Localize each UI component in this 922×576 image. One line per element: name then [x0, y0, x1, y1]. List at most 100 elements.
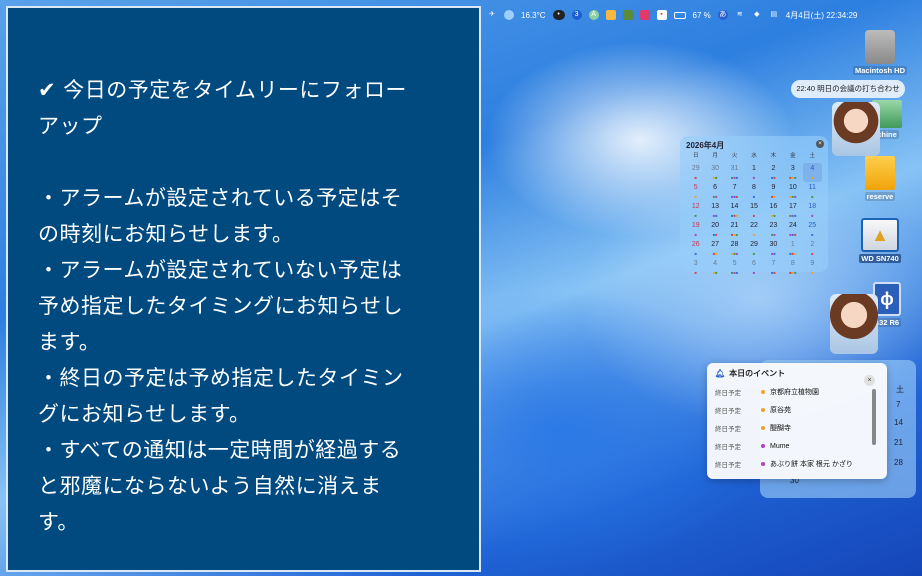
calendar-day[interactable]: 6 ■ — [744, 258, 763, 277]
events-popup[interactable]: 🔔︎ 本日のイベント × 終日予定 京都府立植物園 終日予定 原谷苑 終日予定 醍醐寺 終日… — [707, 363, 887, 479]
calendar-day[interactable]: 3 ■■■ — [783, 163, 802, 182]
calendar-day[interactable]: 6 ■■ — [705, 182, 724, 201]
input-method-icon[interactable]: あ — [717, 10, 728, 20]
event-dots: ■ — [744, 214, 763, 218]
calendar-day[interactable]: 1 ■ — [744, 163, 763, 182]
calendar-day[interactable]: 11 ■ — [803, 182, 822, 201]
trash-icon[interactable] — [622, 10, 633, 20]
close-icon[interactable]: × — [816, 140, 824, 148]
calendar-day[interactable]: 9 ■■ — [764, 182, 783, 201]
event-row[interactable]: 終日予定 醍醐寺 — [707, 419, 887, 437]
calendar-day[interactable]: 4 ■ — [802, 163, 822, 182]
weekday-label: 水 — [751, 153, 757, 159]
calendar-day[interactable]: 15 ■ — [744, 201, 763, 220]
calendar-day[interactable]: 29 ■ — [744, 239, 763, 258]
weekday-label: 土 — [896, 385, 904, 394]
calendar-day[interactable]: 8 ■ — [744, 182, 763, 201]
calendar-day[interactable]: 17 ■■■ — [783, 201, 802, 220]
calendar-day[interactable]: 27 ■■ — [705, 239, 724, 258]
event-dot: ■ — [773, 251, 776, 256]
weather-cloud-icon[interactable] — [504, 10, 514, 20]
calendar-day[interactable]: 30 ■■ — [705, 163, 724, 182]
calendar-day-number: 2 — [810, 241, 815, 248]
event-dots: ■ — [744, 252, 763, 256]
calendar-day[interactable]: 28 ■■■ — [725, 239, 744, 258]
calendar-day[interactable]: 23 ■■ — [764, 220, 783, 239]
calendar-day[interactable]: 30 ■■ — [764, 239, 783, 258]
event-dots: ■ — [744, 233, 763, 237]
calendar-day[interactable]: 4 ■■ — [705, 258, 724, 277]
description-line — [38, 144, 449, 180]
app-icon[interactable]: • — [552, 10, 565, 20]
calendar-day[interactable]: 3 ■ — [686, 258, 705, 277]
event-row[interactable]: 終日予定 原谷苑 — [707, 401, 887, 419]
desktop-icon-wd-sn740[interactable]: ▲ WD SN740 — [845, 218, 915, 263]
event-row[interactable]: 終日予定 あぶり餅 本家 根元 かざり — [707, 455, 887, 473]
calendar-day[interactable]: 22 ■ — [744, 220, 763, 239]
calendar-day[interactable]: 14 ■■■ — [725, 201, 744, 220]
calendar-day[interactable]: 2 ■ — [803, 239, 822, 258]
link-icon[interactable] — [639, 10, 650, 20]
assistant-avatar-2[interactable] — [830, 294, 878, 354]
calendar-day[interactable]: 26 ■ — [686, 239, 705, 258]
calendar-day[interactable]: 9 ■ — [803, 258, 822, 277]
event-dots: ■ — [686, 252, 705, 256]
description-line: グにお知らせします。 — [38, 402, 251, 426]
rocket-icon[interactable]: ✈ — [487, 10, 497, 20]
calendar-day[interactable]: 25 ■ — [803, 220, 822, 239]
battery-icon[interactable] — [673, 11, 686, 19]
calendar-day-number: 6 — [713, 184, 718, 191]
events-list: 終日予定 京都府立植物園 終日予定 原谷苑 終日予定 醍醐寺 終日予定 Mume 終日予定 あぶり… — [707, 383, 887, 473]
desktop-icon-reserve[interactable]: reserve — [845, 156, 915, 201]
calendar-day[interactable]: 13 ■■ — [705, 201, 724, 220]
calendar-day[interactable]: 5 ■■■ — [725, 258, 744, 277]
event-kind: 終日予定 — [715, 444, 741, 451]
calendar-day[interactable]: 2 ■■ — [764, 163, 783, 182]
event-dot: ■ — [735, 175, 739, 180]
close-icon[interactable]: × — [864, 375, 875, 386]
assistant-avatar[interactable] — [832, 102, 880, 156]
calendar-day[interactable]: 21 ■■■ — [725, 220, 744, 239]
desktop-icon-macintosh-hd[interactable]: Macintosh HD — [845, 30, 915, 75]
calendar-day-number: 3 — [693, 260, 698, 267]
temperature-readout[interactable]: 16.3°C — [521, 11, 546, 20]
menu-clock[interactable]: 4月4日(土) 22:34:29 — [786, 10, 858, 21]
calendar-day[interactable]: 7 ■■ — [764, 258, 783, 277]
calendar-day[interactable]: 1 ■■■ — [783, 239, 802, 258]
calendar-day[interactable]: 31 ■■■ — [725, 163, 744, 182]
badge-count-icon[interactable]: 3 — [571, 10, 582, 20]
event-name: 醍醐寺 — [770, 425, 791, 432]
external-drive-icon: ▲ — [861, 218, 899, 252]
control-center-icon[interactable]: ▤ — [769, 10, 779, 20]
calendar-day[interactable]: 7 ■■■ — [725, 182, 744, 201]
bell-icon: 🔔︎ — [715, 368, 726, 378]
notification-bubble[interactable]: 22:40 明日の会議の打ち合わせ — [791, 80, 905, 98]
calendar-icon[interactable]: ▪ — [656, 10, 667, 20]
calendar-day[interactable]: 29 ■ — [686, 163, 705, 182]
event-dot: ■ — [773, 232, 776, 237]
notes-icon[interactable] — [605, 10, 616, 20]
dropbox-icon[interactable]: ◆ — [752, 10, 762, 20]
calendar-day[interactable]: 18 ■ — [803, 201, 822, 220]
calendar-day[interactable]: 12 ■ — [686, 201, 705, 220]
calendar-widget[interactable]: 2026年4月 × 日月火水木金土 29 ■ 30 ■■ 31 ■■■ 1 ■ 2 ■■ 3 ■■■ 4 ■… — [680, 136, 828, 275]
calendar-day-number: 24 — [788, 222, 797, 229]
hard-drive-icon — [865, 30, 895, 64]
calendar-day[interactable]: 16 ■■ — [764, 201, 783, 220]
day-cell: 28 — [894, 458, 903, 467]
weekday-label: 日 — [692, 153, 699, 159]
event-dots: ■ — [686, 214, 705, 218]
calendar-day[interactable]: 19 ■ — [686, 220, 705, 239]
event-row[interactable]: 終日予定 京都府立植物園 — [707, 383, 887, 401]
calendar-day[interactable]: 8 ■■■ — [783, 258, 802, 277]
battery-percent[interactable]: 67 % — [693, 11, 711, 20]
wifi-icon[interactable]: ≋ — [735, 10, 745, 20]
calendar-day[interactable]: 24 ■■■ — [783, 220, 802, 239]
calendar-day[interactable]: 10 ■■■ — [783, 182, 802, 201]
calendar-day[interactable]: 20 ■■ — [705, 220, 724, 239]
description-line: ・アラームが設定されていない予定は — [38, 258, 403, 282]
app-a-icon[interactable]: A — [588, 10, 599, 20]
event-row[interactable]: 終日予定 Mume — [707, 437, 887, 455]
scrollbar[interactable] — [872, 389, 876, 445]
calendar-day[interactable]: 5 ■ — [686, 182, 705, 201]
